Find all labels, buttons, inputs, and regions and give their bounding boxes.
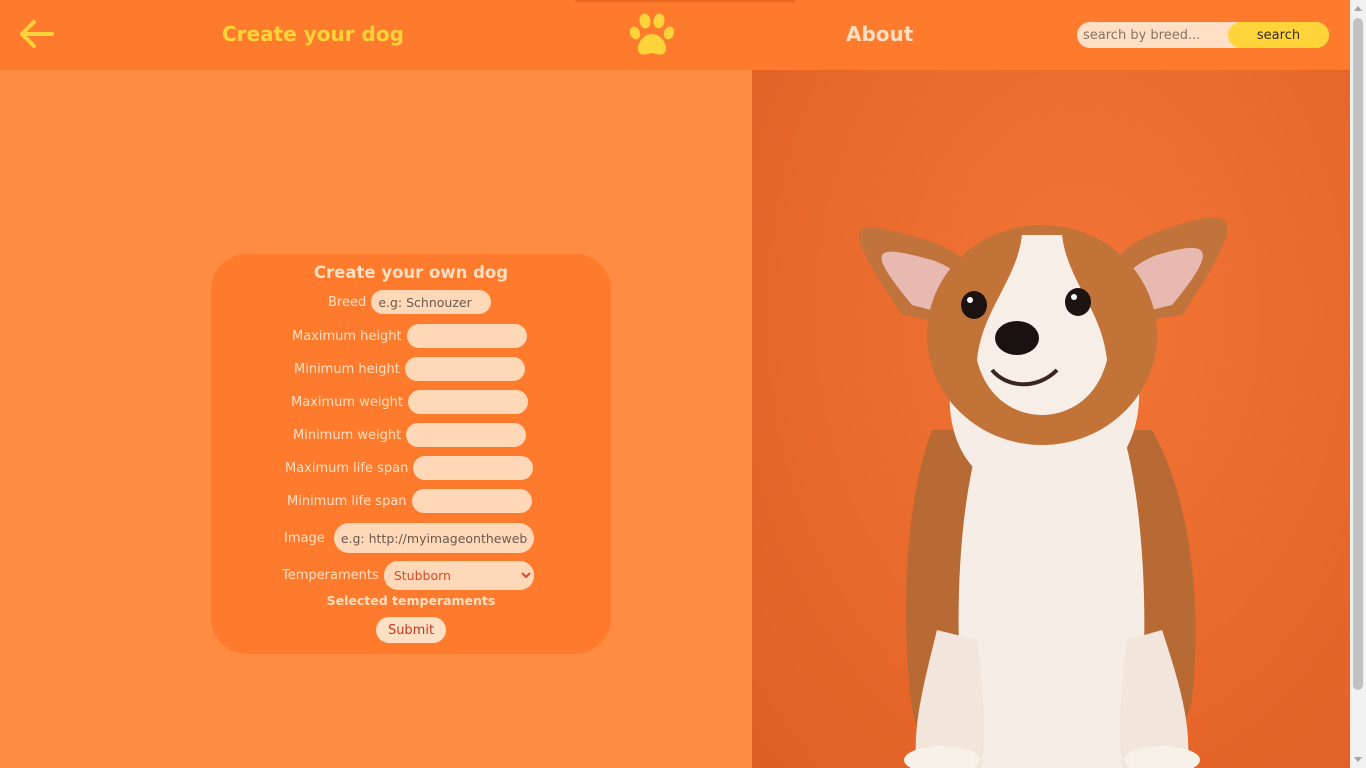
min-height-label: Minimum height: [294, 361, 400, 377]
max-weight-input[interactable]: [408, 390, 529, 414]
selected-temperaments-title: Selected temperaments: [326, 593, 496, 608]
nav-about-link[interactable]: About: [846, 22, 913, 46]
breed-row: Breed: [328, 290, 492, 316]
form-title: Create your own dog: [313, 263, 509, 282]
max-life-span-row: Maximum life span: [285, 456, 534, 482]
breed-label: Breed: [328, 294, 367, 310]
min-weight-row: Minimum weight: [293, 423, 527, 449]
min-height-row: Minimum height: [294, 357, 525, 383]
max-life-span-input[interactable]: [413, 456, 534, 480]
min-height-input[interactable]: [404, 357, 525, 381]
nav-create-dog-link[interactable]: Create your dog: [222, 22, 404, 46]
max-weight-label: Maximum weight: [291, 394, 404, 410]
top-divider: [575, 0, 795, 2]
submit-button[interactable]: Submit: [376, 617, 446, 643]
home-logo-button[interactable]: [628, 12, 676, 58]
create-dog-form: Create your own dog Breed Maximum height…: [211, 254, 611, 654]
min-weight-label: Minimum weight: [293, 427, 402, 443]
min-life-span-input[interactable]: [411, 489, 532, 513]
image-url-input[interactable]: [333, 523, 534, 553]
paw-icon: [629, 13, 675, 55]
back-button[interactable]: [18, 17, 56, 53]
max-height-input[interactable]: [406, 324, 527, 348]
image-row: Image: [284, 523, 534, 553]
min-life-span-row: Minimum life span: [287, 489, 532, 515]
min-life-span-label: Minimum life span: [287, 493, 407, 509]
scrollbar-thumb[interactable]: [1353, 18, 1363, 690]
max-weight-row: Maximum weight: [291, 390, 529, 416]
dog-photo-pane: [752, 70, 1350, 768]
image-label: Image: [284, 530, 325, 546]
scroll-down-arrow-icon[interactable]: [1354, 757, 1362, 762]
search-button[interactable]: search: [1228, 22, 1329, 48]
max-height-row: Maximum height: [292, 324, 527, 350]
top-navbar: Create your dog About search: [0, 0, 1350, 70]
corgi-puppy-image: [858, 217, 1228, 768]
scroll-up-arrow-icon[interactable]: [1354, 6, 1362, 11]
search-input[interactable]: [1077, 22, 1227, 48]
max-life-span-label: Maximum life span: [285, 460, 409, 476]
vertical-scrollbar[interactable]: [1350, 0, 1366, 768]
temperaments-select[interactable]: Stubborn: [383, 561, 534, 590]
arrow-left-icon: [20, 20, 54, 48]
search-bar: search: [1077, 22, 1329, 48]
min-weight-input[interactable]: [406, 423, 527, 447]
breed-input[interactable]: [371, 290, 492, 314]
max-height-label: Maximum height: [292, 328, 402, 344]
temperaments-label: Temperaments: [282, 568, 379, 583]
temperaments-row: Temperaments Stubborn: [282, 561, 534, 590]
